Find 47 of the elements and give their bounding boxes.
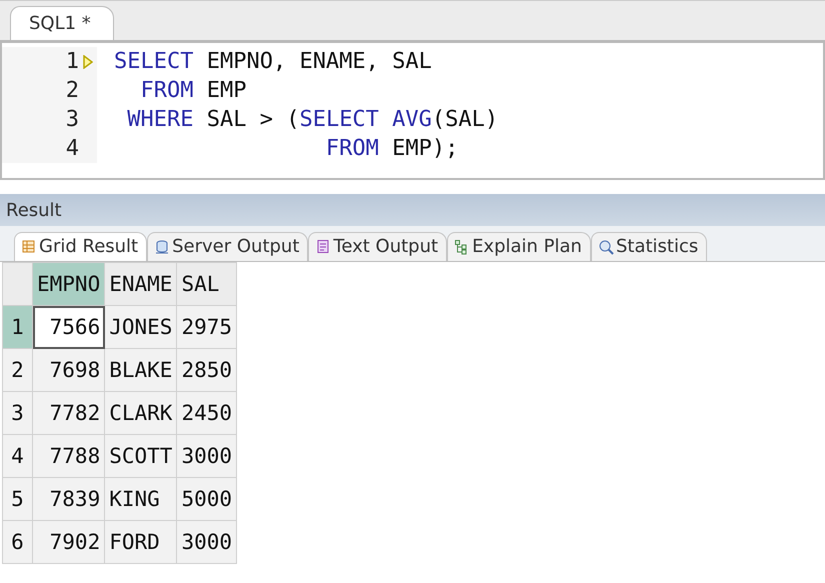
code-line: FROM EMP — [139, 78, 246, 103]
row-header[interactable]: 2 — [2, 348, 32, 392]
table-cell: KING — [104, 478, 177, 520]
table-cell: 2975 — [176, 306, 237, 348]
row-header[interactable]: 5 — [2, 478, 32, 520]
table-cell: SCOTT — [104, 434, 177, 478]
result-tab[interactable]: Server Output — [147, 232, 308, 261]
code-line: SELECT EMPNO, ENAME, SAL — [113, 49, 432, 74]
line-number: 2 — [66, 78, 79, 103]
table-cell: 7782 — [32, 392, 105, 434]
tab-icon — [21, 238, 37, 254]
result-tab[interactable]: Statistics — [590, 232, 708, 261]
row-header[interactable]: 4 — [2, 434, 32, 478]
table-cell: 7698 — [32, 348, 105, 392]
table-cell: 3000 — [176, 520, 237, 564]
column-header[interactable]: ENAME — [104, 262, 177, 306]
editor-tab[interactable]: SQL1 * — [10, 6, 114, 40]
column-header[interactable]: SAL — [176, 262, 237, 306]
result-tab[interactable]: Grid Result — [14, 232, 148, 261]
table-cell: 7839 — [32, 478, 105, 520]
line-number: 3 — [66, 107, 79, 132]
table-cell: 5000 — [176, 478, 237, 520]
result-tab[interactable]: Explain Plan — [447, 232, 591, 261]
table-cell: 3000 — [176, 434, 237, 478]
table-cell: 2850 — [176, 348, 237, 392]
table-cell: FORD — [104, 520, 177, 564]
table-cell: JONES — [104, 306, 177, 348]
table-cell: 2450 — [176, 392, 237, 434]
sql-editor[interactable]: 1 SELECT EMPNO, ENAME, SAL 2 FROM EMP 3 WHERE SAL > (SELECT AVG(SAL) 4 FROM EMP); — [0, 40, 825, 180]
tab-icon — [598, 238, 614, 254]
row-header[interactable]: 1 — [2, 306, 32, 348]
table-cell: 7788 — [32, 434, 105, 478]
column-header[interactable]: EMPNO — [32, 262, 105, 306]
code-line: FROM EMP); — [324, 136, 458, 161]
tab-icon — [154, 238, 170, 254]
line-number: 4 — [66, 136, 79, 161]
line-number: 1 — [66, 49, 79, 74]
tab-icon — [315, 238, 332, 254]
table-cell: BLAKE — [104, 348, 177, 392]
row-header[interactable]: 3 — [2, 392, 32, 434]
panel-title: Result — [6, 200, 62, 220]
table-cell: 7902 — [32, 520, 105, 564]
result-tab[interactable]: Text Output — [308, 232, 448, 261]
table-cell: 7566 — [32, 306, 105, 348]
table-cell: CLARK — [104, 392, 177, 434]
row-header[interactable]: 6 — [2, 520, 32, 564]
code-line: WHERE SAL > (SELECT AVG(SAL) — [126, 107, 498, 132]
